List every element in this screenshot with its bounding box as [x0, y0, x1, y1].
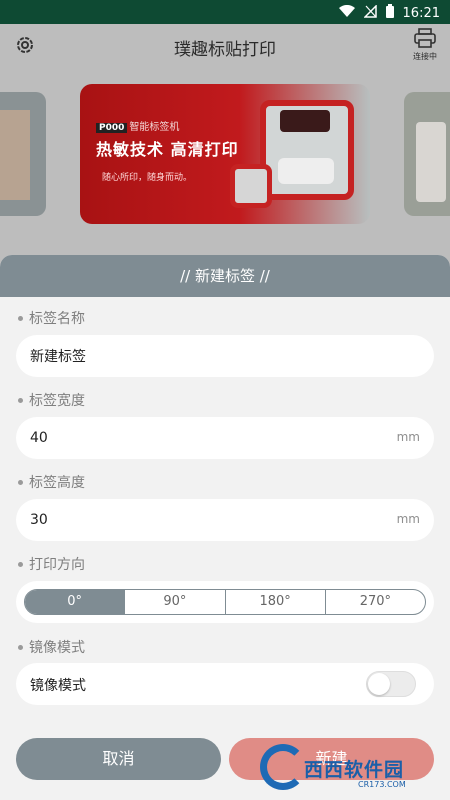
- app-title: 璞趣标贴打印: [174, 40, 276, 60]
- label-height-input[interactable]: [30, 499, 370, 541]
- print-direction-heading: 打印方向: [18, 554, 85, 574]
- label-height-field[interactable]: mm: [16, 499, 434, 541]
- battery-icon: [385, 4, 394, 22]
- label-height-heading: 标签高度: [18, 472, 85, 492]
- mirror-mode-toggle[interactable]: [366, 671, 416, 697]
- label-name-heading: 标签名称: [18, 308, 85, 328]
- height-unit: mm: [396, 512, 420, 526]
- status-bar: 16:21: [0, 0, 450, 24]
- carousel-banner[interactable]: P000 智能标签机 热敏技术 高清打印 随心所印，随身而动。: [80, 84, 370, 224]
- carousel-slide-next[interactable]: [404, 92, 450, 216]
- watermark-logo: 西西软件园 CR173.COM: [260, 740, 450, 796]
- mirror-mode-label: 镜像模式: [30, 678, 86, 694]
- banner-brand: P000 智能标签机: [96, 118, 179, 133]
- status-time: 16:21: [402, 5, 440, 21]
- watermark-url: CR173.COM: [358, 780, 406, 789]
- direction-0-option[interactable]: 0°: [25, 590, 126, 614]
- print-direction-control: 0° 90° 180° 270°: [16, 581, 434, 623]
- printer-icon: [414, 28, 436, 52]
- app-header: 璞趣标贴打印 连接中: [0, 24, 450, 68]
- connect-status-label: 连接中: [413, 52, 437, 61]
- banner-printer-small-image: [230, 164, 272, 208]
- width-unit: mm: [396, 430, 420, 444]
- banner-printer-image: [260, 100, 354, 200]
- direction-180-option[interactable]: 180°: [226, 590, 326, 614]
- banner-tagline: 随心所印，随身而动。: [102, 173, 193, 183]
- label-name-field[interactable]: [16, 335, 434, 377]
- mirror-mode-row: 镜像模式: [16, 663, 434, 705]
- direction-90-option[interactable]: 90°: [125, 590, 226, 614]
- banner-headline: 热敏技术 高清打印: [96, 140, 239, 159]
- label-name-input[interactable]: [30, 335, 370, 377]
- direction-270-option[interactable]: 270°: [326, 590, 425, 614]
- cancel-button[interactable]: 取消: [16, 738, 221, 780]
- label-width-field[interactable]: mm: [16, 417, 434, 459]
- printer-connect-button[interactable]: 连接中: [410, 28, 440, 62]
- signal-off-icon: [362, 3, 377, 22]
- mirror-mode-heading: 镜像模式: [18, 637, 85, 657]
- carousel-slide-prev[interactable]: [0, 92, 46, 216]
- sheet-title: // 新建标签 //: [0, 255, 450, 297]
- wifi-icon: [338, 4, 355, 22]
- label-width-input[interactable]: [30, 417, 370, 459]
- watermark-text: 西西软件园: [304, 759, 405, 781]
- label-width-heading: 标签宽度: [18, 390, 85, 410]
- new-label-sheet: // 新建标签 // 标签名称 标签宽度 mm 标签高度 mm 打印方向 0° …: [0, 255, 450, 800]
